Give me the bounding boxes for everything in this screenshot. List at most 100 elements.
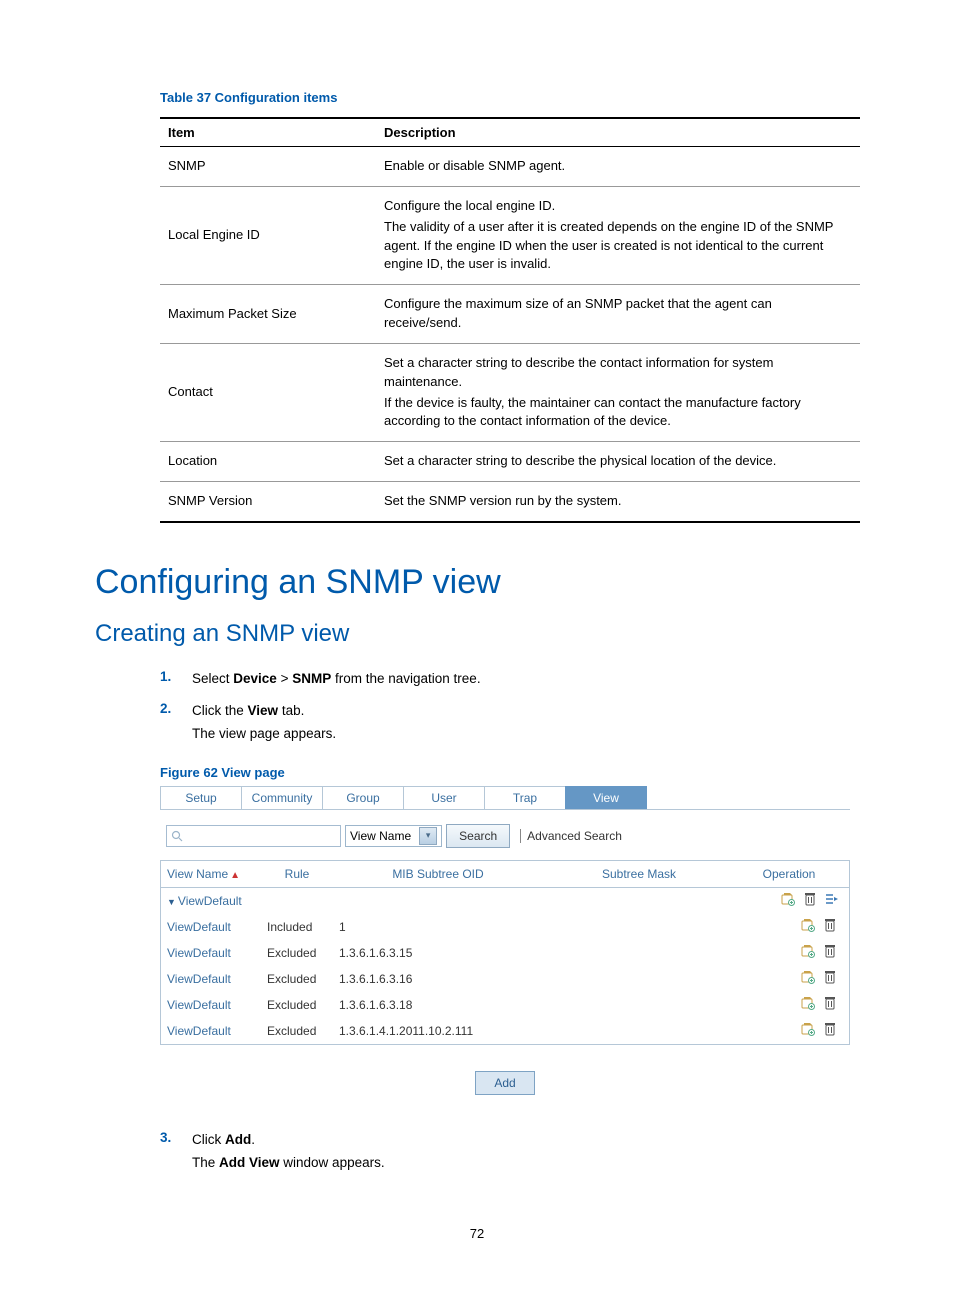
edit-icon[interactable] [801,1022,815,1036]
trash-icon[interactable] [823,970,837,984]
table-row: ViewDefaultExcluded1.3.6.1.6.3.18 [161,992,849,1018]
text-bold: Device [233,671,277,686]
cell-mask [543,1027,735,1035]
table-row: ViewDefaultExcluded1.3.6.1.4.1.2011.10.2… [161,1018,849,1044]
col-oid[interactable]: MIB Subtree OID [333,863,543,885]
text-bold: View [248,703,279,718]
search-field-select[interactable]: View Name ▾ [345,825,442,847]
config-item: Local Engine ID [160,186,376,284]
config-item: SNMP [160,147,376,187]
tab-group[interactable]: Group [322,786,404,809]
col-mask[interactable]: Subtree Mask [543,863,735,885]
text-bold: Add [225,1132,251,1147]
cell-view-name[interactable]: ViewDefault [161,916,261,938]
text: The [192,1155,219,1170]
config-item: SNMP Version [160,482,376,522]
step-1: 1. Select Device > SNMP from the navigat… [160,666,859,692]
more-icon[interactable] [825,892,839,906]
chevron-down-icon: ▾ [419,827,437,845]
table-row: ViewDefaultExcluded1.3.6.1.6.3.15 [161,940,849,966]
config-table: Item Description SNMPEnable or disable S… [160,117,860,523]
tab-bar: SetupCommunityGroupUserTrapView [160,786,850,809]
config-desc: Set the SNMP version run by the system. [376,482,860,522]
collapse-icon: ▼ [167,897,176,907]
sort-asc-icon: ▲ [230,870,240,881]
heading-creating: Creating an SNMP view [95,620,859,648]
step-note: The view page appears. [192,723,336,745]
trash-icon[interactable] [823,1022,837,1036]
figure-caption: Figure 62 View page [160,765,859,780]
view-group-row[interactable]: ▼ViewDefault [161,888,849,914]
page-number: 72 [95,1226,859,1241]
edit-icon[interactable] [801,944,815,958]
step-number: 3. [160,1127,192,1176]
text: tab. [278,703,304,718]
table-row: ViewDefaultExcluded1.3.6.1.6.3.16 [161,966,849,992]
trash-icon[interactable] [803,892,817,906]
col-rule[interactable]: Rule [261,863,333,885]
text: from the navigation tree. [331,671,480,686]
text: . [251,1132,255,1147]
table-caption: Table 37 Configuration items [160,90,859,105]
text-bold: Add View [219,1155,280,1170]
text: Click the [192,703,248,718]
cell-rule: Excluded [261,1020,333,1042]
cell-oid: 1 [333,916,543,938]
tab-user[interactable]: User [403,786,485,809]
config-desc: Enable or disable SNMP agent. [376,147,860,187]
step-3: 3. Click Add. The Add View window appear… [160,1127,859,1176]
cell-view-name[interactable]: ViewDefault [161,968,261,990]
config-desc: Set a character string to describe the p… [376,442,860,482]
view-grid: View Name▲ Rule MIB Subtree OID Subtree … [160,860,850,1045]
edit-icon[interactable] [801,918,815,932]
cell-mask [543,949,735,957]
search-input[interactable] [166,825,341,847]
cell-view-name[interactable]: ViewDefault [161,1020,261,1042]
advanced-search-link[interactable]: Advanced Search [520,829,622,843]
select-label: View Name [350,829,411,843]
col-label: View Name [167,867,228,881]
cell-rule: Excluded [261,994,333,1016]
config-desc: Configure the maximum size of an SNMP pa… [376,285,860,344]
trash-icon[interactable] [823,996,837,1010]
text: window appears. [280,1155,385,1170]
text: Select [192,671,233,686]
col-view-name[interactable]: View Name▲ [161,863,261,885]
search-icon [170,829,184,843]
cell-rule: Excluded [261,942,333,964]
search-button[interactable]: Search [446,824,510,848]
table-row: ViewDefaultIncluded1 [161,914,849,940]
tab-view[interactable]: View [565,786,647,809]
config-item: Contact [160,343,376,441]
snmp-view-figure: SetupCommunityGroupUserTrapView View Nam… [160,786,850,1105]
trash-icon[interactable] [823,944,837,958]
edit-icon[interactable] [801,996,815,1010]
config-desc: Set a character string to describe the c… [376,343,860,441]
step-2: 2. Click the View tab. The view page app… [160,698,859,747]
edit-icon[interactable] [801,970,815,984]
cell-mask [543,975,735,983]
group-label: ViewDefault [178,894,242,908]
tab-trap[interactable]: Trap [484,786,566,809]
th-desc: Description [376,118,860,147]
tab-community[interactable]: Community [241,786,323,809]
text: Click [192,1132,225,1147]
cell-rule: Excluded [261,968,333,990]
cell-mask [543,1001,735,1009]
tab-setup[interactable]: Setup [160,786,242,809]
th-item: Item [160,118,376,147]
text-bold: SNMP [292,671,331,686]
cell-rule: Included [261,916,333,938]
cell-view-name[interactable]: ViewDefault [161,994,261,1016]
edit-icon[interactable] [781,892,795,906]
cell-oid: 1.3.6.1.6.3.18 [333,994,543,1016]
heading-configuring: Configuring an SNMP view [95,563,859,602]
step-number: 1. [160,666,192,692]
add-button[interactable]: Add [475,1071,534,1095]
trash-icon[interactable] [823,918,837,932]
config-item: Location [160,442,376,482]
cell-oid: 1.3.6.1.6.3.15 [333,942,543,964]
config-desc: Configure the local engine ID.The validi… [376,186,860,284]
cell-view-name[interactable]: ViewDefault [161,942,261,964]
col-operation: Operation [735,863,847,885]
